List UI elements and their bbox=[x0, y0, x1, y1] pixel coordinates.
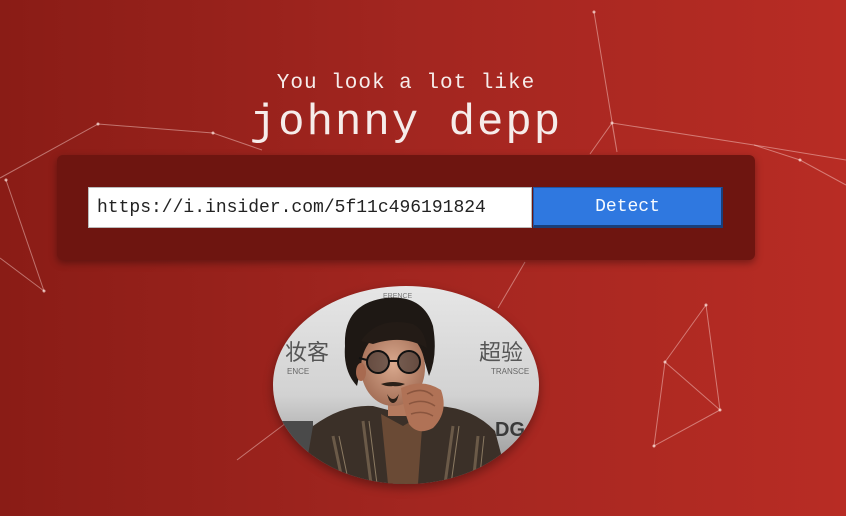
celebrity-name: johnny depp bbox=[249, 98, 563, 148]
celebrity-photo: 妆客 超验 ENCE TRANSCE ERENCE DG bbox=[273, 286, 539, 484]
detect-button[interactable]: Detect bbox=[533, 187, 723, 228]
banner-cjk-left: 妆客 bbox=[285, 341, 329, 366]
image-url-input[interactable] bbox=[88, 187, 532, 228]
banner-cjk-right: 超验 bbox=[479, 341, 523, 366]
banner-text-left: ENCE bbox=[287, 367, 309, 376]
result-subtitle: You look a lot like bbox=[276, 72, 536, 95]
banner-logo-text: DG bbox=[495, 419, 525, 441]
banner-text-right: TRANSCE bbox=[491, 367, 529, 376]
